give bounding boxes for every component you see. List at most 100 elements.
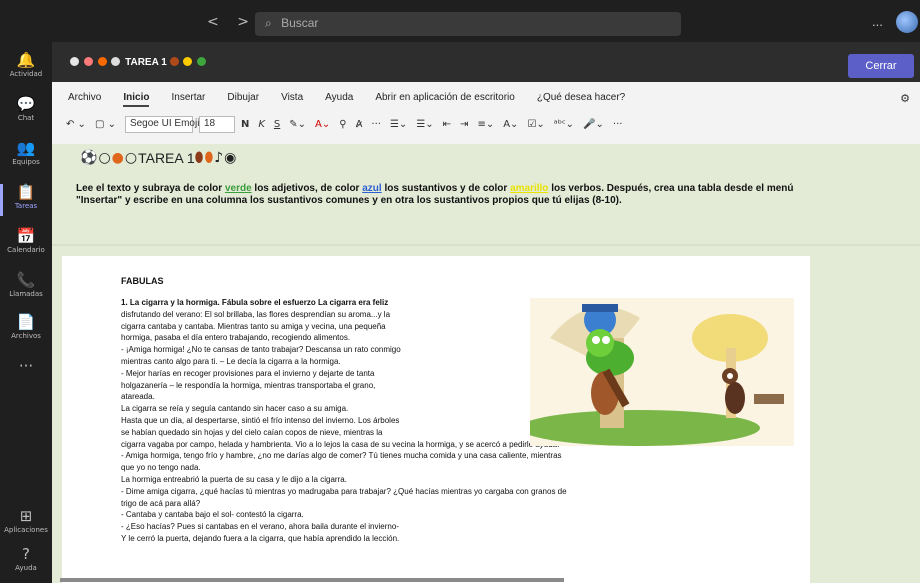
- font-family-select[interactable]: Segoe UI Emoji: [124, 116, 199, 133]
- document-page[interactable]: FABULAS 1. La cigarra y la hormiga. Fábu…: [62, 256, 810, 583]
- instr-part: los sustantivos y de color: [381, 183, 511, 194]
- text-line: atareada.: [121, 392, 155, 402]
- search-input[interactable]: ⌕ Buscar: [255, 12, 681, 36]
- rugby-ball-icon: ⬮: [194, 150, 204, 166]
- forward-arrow-icon[interactable]: >: [237, 14, 249, 30]
- ball-icon: ⬮: [204, 150, 214, 166]
- back-arrow-icon[interactable]: <: [207, 14, 219, 30]
- more-options-icon[interactable]: ...: [872, 14, 883, 29]
- disc-icon: ◉: [224, 150, 237, 166]
- text-line: se habían quedado sin hojas y del cielo …: [121, 427, 383, 437]
- font-size-select[interactable]: 18: [198, 116, 235, 133]
- rail-item-equipos[interactable]: 👥 Equipos: [0, 140, 52, 166]
- text-line: La hormiga entreabrió la puerta de su ca…: [121, 475, 347, 484]
- rail-item-ayuda[interactable]: ? Ayuda: [0, 546, 52, 572]
- tell-me-search[interactable]: ¿Qué desea hacer?: [537, 92, 625, 103]
- avatar[interactable]: [896, 11, 918, 33]
- text-line: - Cantaba y cantaba bajo el sol- contest…: [121, 510, 304, 520]
- text-line: hormiga, pasaba el día entero trabajando…: [121, 333, 351, 343]
- rail-item-chat[interactable]: 💬 Chat: [0, 96, 52, 122]
- top-bar: < > ⌕ Buscar ...: [0, 0, 920, 42]
- heading-text: TAREA 1: [138, 150, 195, 166]
- page-heading: ⚽ ○ ● ○ TAREA 1 ⬮ ⬮ ♪ ◉: [80, 150, 237, 166]
- rail-item-calendario[interactable]: 📅 Calendario: [0, 228, 52, 254]
- highlight-icon[interactable]: ✎⌄: [289, 119, 306, 130]
- tab-ayuda[interactable]: Ayuda: [325, 92, 353, 103]
- instr-blue: azul: [362, 183, 382, 194]
- tab-vista[interactable]: Vista: [281, 92, 303, 103]
- instructions-text[interactable]: Lee el texto y subraya de color verde lo…: [76, 183, 816, 207]
- rail-label: Chat: [17, 114, 35, 122]
- assignment-header: TAREA 1 Cerrar: [52, 42, 920, 82]
- rail-item-archivos[interactable]: 📄 Archivos: [0, 314, 52, 340]
- numbering-icon[interactable]: ☰⌄: [416, 119, 433, 130]
- rugby-ball-icon: [169, 57, 179, 66]
- outdent-icon[interactable]: ⇤: [443, 119, 451, 130]
- rail-label: Aplicaciones: [4, 526, 48, 534]
- files-icon: 📄: [16, 313, 36, 331]
- text-line: La cigarra se reía y seguía cantando sin…: [121, 404, 349, 414]
- rail-item-llamadas[interactable]: 📞 Llamadas: [0, 272, 52, 298]
- teams-window: < > ⌕ Buscar ... 🔔 Actividad 💬 Chat 👥 Equipos…: [0, 0, 920, 583]
- italic-button[interactable]: K: [258, 119, 265, 130]
- rail-label: Tareas: [14, 202, 38, 210]
- rail-item-more[interactable]: ···: [0, 358, 52, 376]
- search-icon: ⌕: [265, 16, 272, 30]
- ball-icon: ○: [98, 150, 111, 166]
- fable-illustration: [520, 298, 794, 446]
- text-line: - Dime amiga cigarra, ¿qué hacías tú mie…: [121, 486, 567, 496]
- tab-insertar[interactable]: Insertar: [171, 92, 205, 103]
- text-line: mientras canto algo para ti. – Le decía …: [121, 357, 341, 366]
- calendar-icon: 📅: [16, 227, 36, 245]
- apps-icon: ⊞: [19, 507, 33, 525]
- close-button[interactable]: Cerrar: [848, 54, 914, 78]
- volleyball-icon: [111, 57, 121, 66]
- rail-item-tareas[interactable]: 📋 Tareas: [0, 184, 52, 216]
- ping-pong-icon: ♪: [214, 150, 224, 166]
- rail-item-actividad[interactable]: 🔔 Actividad: [0, 52, 52, 78]
- rail-item-aplicaciones[interactable]: ⊞ Aplicaciones: [0, 508, 52, 534]
- styles-icon[interactable]: A⌄: [503, 119, 518, 130]
- teams-icon: 👥: [16, 139, 36, 157]
- rail-label: Equipos: [12, 158, 40, 166]
- ball-icon: [83, 57, 93, 66]
- font-color-icon[interactable]: A⌄: [315, 119, 330, 130]
- ball-icon: [183, 57, 193, 66]
- instr-part: Lee el texto y subraya de color: [76, 183, 225, 194]
- indent-icon[interactable]: ⇥: [460, 119, 468, 130]
- soccer-ball-icon: [70, 57, 79, 66]
- text-line: 1. La cigarra y la hormiga. Fábula sobre…: [121, 298, 389, 307]
- horizontal-scrollbar[interactable]: [60, 578, 564, 582]
- ribbon-settings-icon[interactable]: ⚙: [900, 92, 910, 105]
- soccer-ball-icon: ⚽: [80, 150, 98, 166]
- bold-button[interactable]: N: [241, 119, 249, 130]
- clear-format-icon[interactable]: A̷: [356, 119, 363, 130]
- fables-title: FABULAS: [121, 276, 164, 286]
- align-icon[interactable]: ≡⌄: [477, 119, 494, 130]
- clipboard-icon[interactable]: ▢ ⌄: [95, 119, 116, 130]
- tab-abrir-en-aplicación-de-escritorio[interactable]: Abrir en aplicación de escritorio: [375, 92, 515, 103]
- text-line: Hasta que un día, al despertarse, sintió…: [121, 416, 400, 425]
- tag-icon[interactable]: ☑⌄: [527, 119, 544, 130]
- tab-dibujar[interactable]: Dibujar: [227, 92, 259, 103]
- notebook-page: ⚽ ○ ● ○ TAREA 1 ⬮ ⬮ ♪ ◉ Lee el texto y s…: [52, 144, 920, 583]
- more-icon: ···: [18, 357, 34, 375]
- instr-green: verde: [224, 183, 252, 194]
- text-line: cigarra cantaba y cantaba. Mientras tant…: [121, 321, 386, 331]
- text-line: - Mejor harías en recoger provisiones pa…: [121, 368, 375, 378]
- spelling-icon[interactable]: ᵃᵇᶜ⌄: [554, 119, 574, 130]
- overflow-icon[interactable]: ···: [613, 119, 623, 130]
- underline-button[interactable]: S: [274, 119, 280, 130]
- more-icon[interactable]: ···: [371, 119, 381, 130]
- dictate-icon[interactable]: 🎤⌄: [583, 119, 604, 130]
- tab-inicio[interactable]: Inicio: [123, 92, 150, 107]
- app-rail: 🔔 Actividad 💬 Chat 👥 Equipos 📋 Tareas 📅 Calendari…: [0, 42, 52, 583]
- bullets-icon[interactable]: ☰⌄: [390, 119, 407, 130]
- tab-archivo[interactable]: Archivo: [68, 92, 101, 103]
- rail-label: Ayuda: [15, 564, 37, 572]
- undo-icon[interactable]: ↶ ⌄: [66, 119, 86, 130]
- volleyball-icon: ○: [124, 150, 138, 166]
- format-painter-icon[interactable]: ⚲: [339, 119, 346, 130]
- text-line: disfrutando del verano: El sol brillaba,…: [121, 309, 391, 319]
- rail-label: Llamadas: [9, 290, 43, 298]
